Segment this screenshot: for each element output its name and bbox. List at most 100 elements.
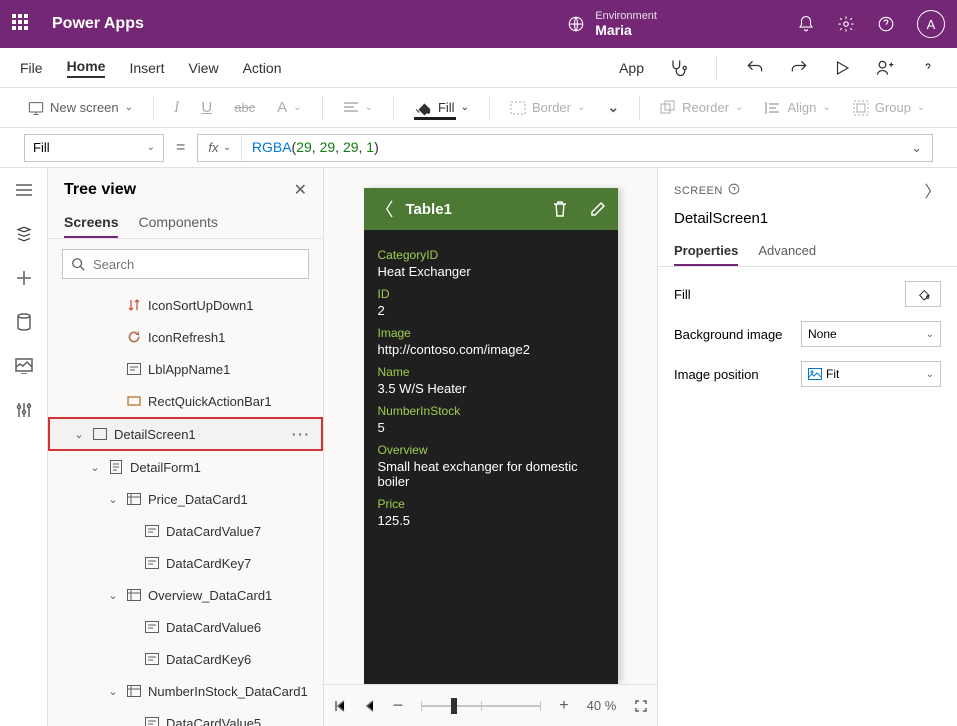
menu-home[interactable]: Home	[67, 58, 106, 78]
tree-node[interactable]: DataCardValue6	[48, 611, 323, 643]
tree-node[interactable]: IconRefresh1	[48, 321, 323, 353]
tab-properties[interactable]: Properties	[674, 237, 738, 266]
field-value: http://contoso.com/image2	[378, 342, 604, 357]
field-value: Heat Exchanger	[378, 264, 604, 279]
tree-node[interactable]: ⌄DetailScreen1···	[48, 417, 323, 451]
tree-node-label: Overview_DataCard1	[148, 588, 272, 603]
tree-node[interactable]: DataCardValue7	[48, 515, 323, 547]
help-menu-icon[interactable]	[919, 59, 937, 77]
align-text-button: ⌄	[335, 97, 381, 119]
app-title: Power Apps	[52, 15, 144, 33]
tree-node[interactable]: ⌄Overview_DataCard1	[48, 579, 323, 611]
rail-data-icon[interactable]	[14, 312, 34, 332]
first-screen-icon[interactable]	[333, 699, 347, 713]
tree-close-icon[interactable]: ✕	[294, 180, 307, 200]
card-icon	[126, 493, 142, 505]
zoom-in-icon[interactable]: +	[559, 697, 568, 715]
label-icon	[144, 557, 160, 569]
tree-node[interactable]: IconSortUpDown1	[48, 289, 323, 321]
zoom-out-icon[interactable]: −	[393, 695, 404, 716]
gear-icon[interactable]	[837, 15, 855, 33]
tab-advanced[interactable]: Advanced	[758, 237, 816, 266]
environment-selector[interactable]: Environment Maria	[567, 10, 657, 38]
prop-pos-label: Image position	[674, 367, 759, 382]
form-icon	[108, 460, 124, 474]
field-label: ID	[378, 287, 604, 301]
rail-media-icon[interactable]	[14, 356, 34, 376]
tree-node[interactable]: DataCardValue5	[48, 707, 323, 726]
rect-icon	[126, 395, 142, 407]
tree-node[interactable]: ⌄DetailForm1	[48, 451, 323, 483]
paint-bucket-icon	[414, 99, 432, 117]
field-value: 125.5	[378, 513, 604, 528]
trash-icon[interactable]	[552, 200, 568, 218]
property-selector[interactable]: Fill ⌄	[24, 134, 164, 162]
zoom-slider[interactable]	[421, 705, 541, 707]
label-icon	[144, 525, 160, 537]
play-icon[interactable]	[833, 59, 851, 77]
image-position-select[interactable]: Fit ⌄	[801, 361, 941, 387]
fill-color-button[interactable]	[905, 281, 941, 307]
tree-node[interactable]: ⌄NumberInStock_DataCard1	[48, 675, 323, 707]
expand-formula-icon[interactable]: ⌄	[901, 140, 932, 156]
tab-components[interactable]: Components	[138, 208, 217, 238]
tree-node[interactable]: DataCardKey6	[48, 643, 323, 675]
info-icon[interactable]	[728, 183, 740, 195]
avatar[interactable]: A	[917, 10, 945, 38]
formula-input[interactable]: RGBA(29, 29, 29, 1)	[242, 139, 901, 156]
field-value: 2	[378, 303, 604, 318]
globe-icon	[567, 15, 585, 33]
menu-action[interactable]: Action	[243, 60, 282, 76]
tree-search[interactable]	[62, 249, 309, 279]
equals-sign: =	[176, 139, 185, 157]
field-label: Price	[378, 497, 604, 511]
label-icon	[144, 717, 160, 726]
tree-node[interactable]: LblAppName1	[48, 353, 323, 385]
bell-icon[interactable]	[797, 15, 815, 33]
new-screen-button[interactable]: New screen ⌄	[20, 96, 141, 119]
tree-node-label: Price_DataCard1	[148, 492, 248, 507]
tree-node-label: DataCardValue7	[166, 524, 261, 539]
field-value: Small heat exchanger for domestic boiler	[378, 459, 604, 489]
expand-toolbar-button[interactable]: ⌄	[599, 95, 627, 120]
strikethrough-button: abc	[226, 96, 263, 119]
more-icon[interactable]: ···	[292, 427, 311, 442]
back-icon[interactable]: 〈	[376, 196, 394, 222]
paint-bucket-icon	[915, 286, 931, 302]
menu-app[interactable]: App	[619, 60, 644, 76]
reorder-button: Reorder⌄	[652, 96, 751, 120]
share-icon[interactable]	[875, 58, 895, 78]
rail-insert-icon[interactable]	[14, 268, 34, 288]
stethoscope-icon[interactable]	[668, 58, 688, 78]
rail-advanced-icon[interactable]	[14, 400, 34, 420]
help-icon[interactable]	[877, 15, 895, 33]
panel-collapse-icon[interactable]: 〉	[924, 178, 941, 202]
tree-node[interactable]: RectQuickActionBar1	[48, 385, 323, 417]
app-launcher-icon[interactable]	[12, 14, 32, 34]
tree-node[interactable]: DataCardKey7	[48, 547, 323, 579]
fill-button[interactable]: Fill ⌄	[406, 95, 477, 121]
menu-insert[interactable]: Insert	[129, 60, 164, 76]
tree-node-label: NumberInStock_DataCard1	[148, 684, 308, 699]
undo-icon[interactable]	[745, 58, 765, 78]
edit-icon[interactable]	[590, 201, 606, 217]
tree-search-input[interactable]	[93, 257, 300, 272]
fit-screen-icon[interactable]	[634, 699, 648, 713]
label-icon	[126, 363, 142, 375]
rail-tree-icon[interactable]	[14, 224, 34, 244]
menu-file[interactable]: File	[20, 60, 43, 76]
prev-screen-icon[interactable]	[365, 699, 375, 713]
underline-button: U	[193, 95, 220, 120]
tree-node-label: DataCardKey6	[166, 652, 251, 667]
tree-node-label: DetailScreen1	[114, 427, 196, 442]
tab-screens[interactable]: Screens	[64, 208, 118, 238]
menu-view[interactable]: View	[188, 60, 218, 76]
tree-node-label: IconSortUpDown1	[148, 298, 254, 313]
rail-hamburger-icon[interactable]	[14, 180, 34, 200]
tree-node[interactable]: ⌄Price_DataCard1	[48, 483, 323, 515]
redo-icon[interactable]	[789, 58, 809, 78]
canvas-preview[interactable]: 〈 Table1 CategoryID Heat ExchangerID 2Im…	[364, 188, 618, 684]
fx-button[interactable]: fx⌄	[198, 135, 242, 161]
bg-image-select[interactable]: None⌄	[801, 321, 941, 347]
image-icon	[808, 368, 822, 380]
